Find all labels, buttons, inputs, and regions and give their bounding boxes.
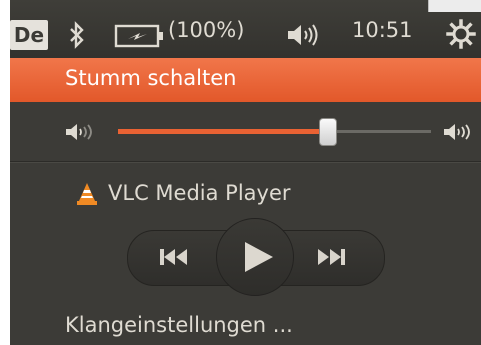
volume-icon[interactable] — [286, 22, 322, 52]
clock[interactable]: 10:51 — [352, 18, 413, 42]
sound-settings-item[interactable]: Klangeinstellungen ... — [65, 313, 293, 337]
keyboard-layout-indicator[interactable]: De — [10, 20, 48, 50]
play-icon — [245, 242, 273, 272]
player-name[interactable]: VLC Media Player — [108, 181, 291, 205]
volume-low-icon[interactable] — [65, 122, 99, 146]
volume-slider-handle[interactable] — [318, 118, 337, 146]
gear-icon[interactable] — [446, 19, 476, 53]
bluetooth-icon[interactable] — [68, 20, 86, 54]
vlc-icon — [76, 182, 98, 210]
battery-icon[interactable] — [114, 24, 166, 52]
background-window-edge — [428, 0, 481, 12]
volume-slider-fill — [118, 129, 328, 134]
sound-menu: Stumm schalten VLC Media Player Klangein… — [10, 58, 481, 345]
previous-icon[interactable] — [157, 245, 191, 273]
volume-high-icon[interactable] — [443, 122, 477, 146]
mute-label: Stumm schalten — [65, 66, 237, 90]
play-button[interactable] — [216, 218, 294, 296]
next-icon[interactable] — [314, 245, 348, 273]
mute-menu-item[interactable]: Stumm schalten — [10, 58, 481, 102]
battery-percentage: (100%) — [168, 18, 245, 42]
menu-separator-highlight — [10, 162, 481, 163]
